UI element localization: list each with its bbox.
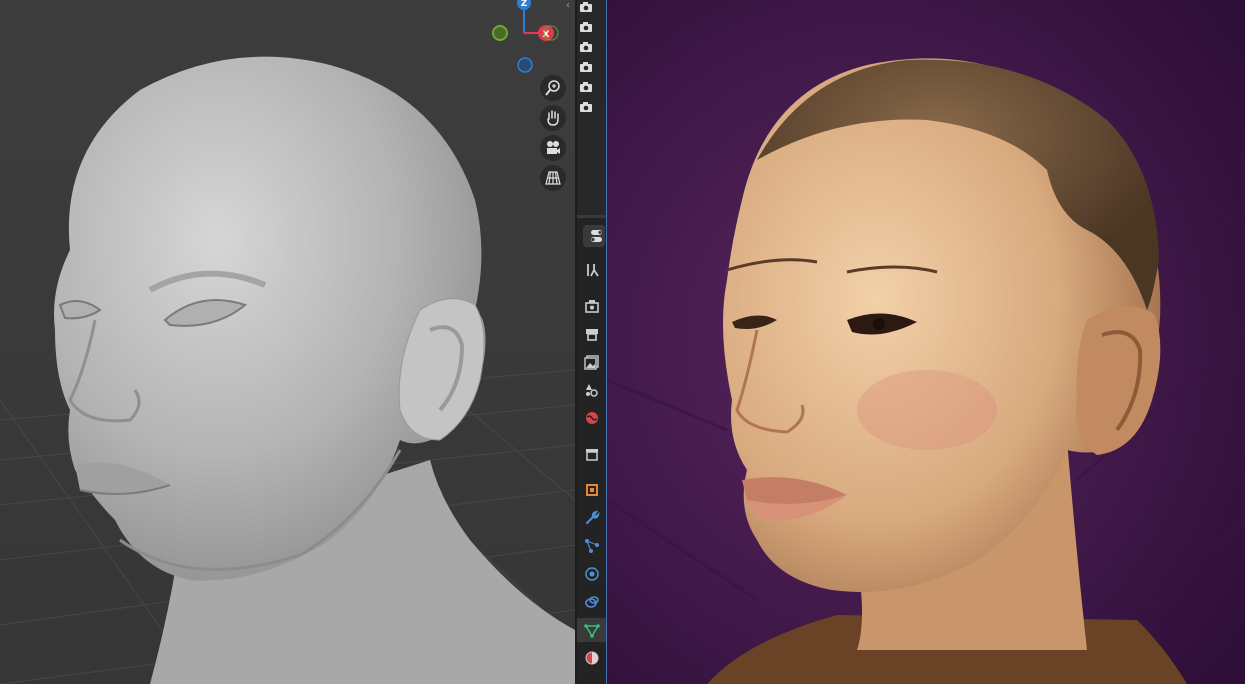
tab-scene[interactable]	[577, 378, 606, 402]
images-icon	[583, 355, 599, 370]
pan-button[interactable]	[540, 105, 566, 131]
camera-icon[interactable]	[579, 81, 593, 93]
tab-physics[interactable]	[577, 562, 606, 586]
render-canvas	[607, 0, 1245, 684]
camera-icon[interactable]	[579, 1, 593, 13]
zoom-button[interactable]	[540, 75, 566, 101]
grid-perspective-icon	[545, 171, 561, 185]
wrench-icon	[585, 510, 600, 524]
perspective-toggle-button[interactable]	[540, 165, 566, 191]
world-icon	[585, 412, 598, 424]
tab-collection[interactable]	[577, 442, 606, 466]
render-icon	[584, 300, 599, 313]
viewport-canvas: Z X	[0, 0, 575, 684]
tab-data[interactable]	[577, 618, 606, 642]
properties-editor-icon	[591, 230, 602, 242]
render-view[interactable]	[607, 0, 1245, 684]
tab-view-layer[interactable]	[577, 350, 606, 374]
property-tabs	[577, 258, 606, 684]
y-axis-handle[interactable]	[492, 25, 508, 41]
tab-render[interactable]	[577, 294, 606, 318]
tab-object[interactable]	[577, 478, 606, 502]
tab-world[interactable]	[577, 406, 606, 430]
tab-output[interactable]	[577, 322, 606, 346]
camera-icon[interactable]	[579, 41, 593, 53]
camera-icon[interactable]	[579, 21, 593, 33]
camera-icon[interactable]	[579, 101, 593, 113]
physics-icon	[584, 567, 599, 581]
outliner-resize-handle[interactable]	[577, 215, 606, 218]
neg-z-axis-handle[interactable]	[517, 57, 533, 73]
camera-view-button[interactable]	[540, 135, 566, 161]
camera-icon[interactable]	[579, 61, 593, 73]
tab-modifiers[interactable]	[577, 506, 606, 530]
object-icon	[585, 484, 598, 496]
3d-viewport[interactable]: Z X	[0, 0, 575, 684]
constraints-icon	[584, 596, 599, 608]
material-icon	[585, 651, 598, 665]
tool-icon	[586, 264, 599, 277]
editor-type-button[interactable]	[583, 225, 605, 247]
tab-particles[interactable]	[577, 534, 606, 558]
hand-icon	[547, 110, 559, 126]
scene-icon	[585, 384, 598, 397]
movie-camera-icon	[547, 141, 560, 154]
z-axis-label: Z	[521, 0, 528, 9]
tab-tool[interactable]	[577, 258, 606, 282]
tab-constraints[interactable]	[577, 590, 606, 614]
mesh-data-icon	[583, 624, 600, 638]
printer-icon	[585, 329, 598, 341]
tab-material[interactable]	[577, 646, 606, 670]
particles-icon	[584, 539, 599, 553]
collection-icon	[585, 449, 598, 461]
magnifier-plus-icon	[545, 80, 560, 96]
